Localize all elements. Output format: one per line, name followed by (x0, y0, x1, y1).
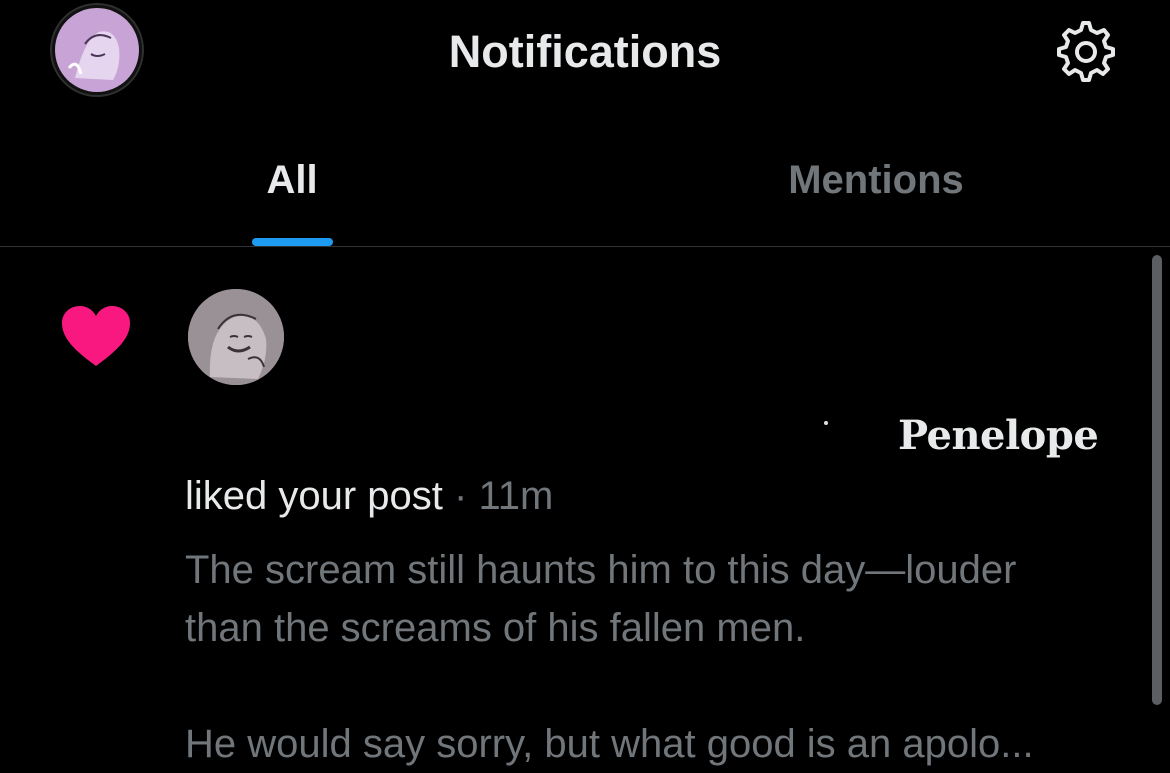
top-bar: Notifications (0, 0, 1170, 100)
tab-all[interactable]: All (0, 158, 584, 203)
liker-avatar-image (188, 289, 284, 385)
settings-button[interactable] (1054, 20, 1118, 84)
post-line: He would say sorry, but what good is an … (185, 722, 1034, 766)
post-preview[interactable]: The scream still haunts him to this day—… (185, 541, 1145, 773)
notification-tabs: All Mentions (0, 130, 1170, 247)
signature-watermark: Penelope (898, 412, 1099, 459)
action-text: liked your post (185, 474, 443, 518)
gear-icon (1057, 21, 1115, 82)
timestamp: 11m (478, 474, 554, 518)
page-title: Notifications (448, 26, 722, 77)
post-line: than the screams of his fallen men. (185, 606, 806, 650)
heart-icon (60, 304, 132, 368)
watermark-dot (824, 421, 828, 425)
separator: · (454, 474, 468, 518)
tab-mentions[interactable]: Mentions (584, 158, 1168, 203)
post-line: The scream still haunts him to this day—… (185, 548, 1017, 592)
scrollbar[interactable] (1152, 255, 1162, 705)
notification-action[interactable]: liked your post · 11m (185, 474, 553, 519)
liker-avatar[interactable] (188, 289, 284, 385)
active-tab-indicator (252, 238, 333, 246)
